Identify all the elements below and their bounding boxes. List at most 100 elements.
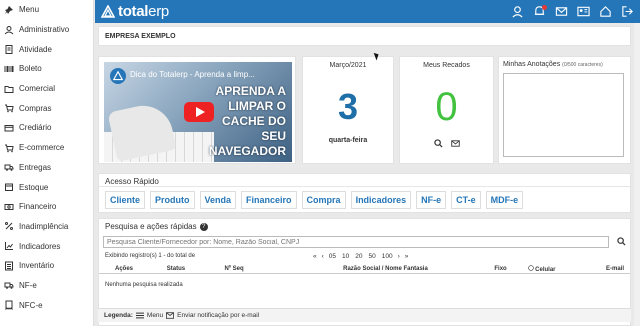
last-page-button[interactable]: » — [405, 253, 409, 260]
logout-icon — [622, 5, 633, 17]
profile-card-button[interactable] — [575, 2, 592, 20]
barcode-icon — [4, 64, 14, 74]
page-size-option[interactable]: 20 — [355, 253, 362, 260]
list-icon — [4, 261, 14, 271]
cart-icon — [4, 103, 14, 113]
sidebar-item-nf-e[interactable]: NF-e — [0, 276, 93, 296]
notification-badge — [542, 5, 547, 10]
home-icon — [600, 5, 611, 17]
envelope-icon — [450, 140, 460, 147]
folder-icon — [4, 84, 14, 94]
main-content: EMPRESA EXEMPLO Dica do Totalerp - Apren… — [98, 26, 631, 326]
support-button[interactable] — [509, 2, 526, 20]
legend-menu: Menu — [146, 312, 164, 319]
logout-button[interactable] — [619, 2, 636, 20]
sidebar-item-label: NF-e — [19, 280, 37, 290]
play-button[interactable] — [184, 102, 214, 122]
notifications-button[interactable] — [531, 2, 548, 20]
search-messages-button[interactable] — [433, 139, 443, 150]
page-size-option[interactable]: 100 — [382, 253, 393, 260]
messages-title: Meus Recados — [423, 62, 470, 69]
overlay-line: NAVEGADOR — [208, 144, 286, 158]
quick-button-financeiro[interactable]: Financeiro — [241, 191, 297, 209]
sidebar-item-label: Administrativo — [19, 25, 70, 35]
overlay-line: APRENDA A — [215, 84, 286, 98]
quick-button-produto[interactable]: Produto — [150, 191, 195, 209]
sidebar-item-label: Atividade — [19, 44, 52, 54]
new-message-button[interactable] — [450, 139, 460, 150]
sidebar-item-boleto[interactable]: Boleto — [0, 59, 93, 79]
quick-button-compra[interactable]: Compra — [301, 191, 346, 209]
video-title[interactable]: Dica do Totalerp - Aprenda a limp... — [130, 70, 255, 79]
sidebar-item-label: Entregas — [19, 162, 52, 172]
page-size-option[interactable]: 05 — [329, 253, 336, 260]
users-gear-icon — [4, 25, 14, 35]
col-header: Fixo — [494, 265, 507, 272]
page-size-option[interactable]: 10 — [342, 253, 349, 260]
sidebar-item-e-commerce[interactable]: E-commerce — [0, 138, 93, 158]
notes-card: Minhas Anotações (0/500 caracteres) — [498, 56, 631, 164]
sidebar-item-label: Indicadores — [19, 241, 61, 251]
calendar-day: 3 — [337, 86, 359, 127]
app-logo[interactable]: totalerp — [101, 3, 169, 20]
sidebar-item-label: Menu — [19, 5, 40, 15]
search-input[interactable] — [103, 236, 609, 248]
credit-card-icon — [4, 123, 14, 133]
page-size-option[interactable]: 50 — [369, 253, 376, 260]
quick-button-nf-e[interactable]: NF-e — [416, 191, 447, 209]
envelope-icon — [555, 6, 568, 16]
quick-button-venda[interactable]: Venda — [199, 191, 237, 209]
truck-doc-icon — [4, 280, 14, 290]
messages-count: 0 — [435, 85, 458, 129]
search-button[interactable] — [617, 236, 626, 248]
sidebar-item-estoque[interactable]: Estoque — [0, 177, 93, 197]
sidebar-item-atividade[interactable]: Atividade — [0, 39, 93, 59]
legend-label: Legenda: — [104, 312, 133, 319]
overlay-line: SEU — [261, 129, 286, 143]
sidebar-item-label: Estoque — [19, 182, 49, 192]
sidebar-item-indicadores[interactable]: Indicadores — [0, 236, 93, 256]
sidebar-item-label: E-commerce — [19, 143, 65, 153]
first-page-button[interactable]: « — [313, 253, 317, 260]
notes-hint: (0/500 caracteres) — [562, 62, 603, 68]
page-scrollbar[interactable] — [634, 23, 640, 326]
sidebar-item-comercial[interactable]: Comercial — [0, 79, 93, 99]
sidebar-item-administrativo[interactable]: Administrativo — [0, 20, 93, 40]
sidebar-item-entregas[interactable]: Entregas — [0, 158, 93, 178]
overlay-line: CACHE DO — [221, 114, 286, 128]
menu-icon — [135, 312, 144, 319]
quick-button-indicadores[interactable]: Indicadores — [350, 191, 412, 209]
sidebar: Menu Administrativo Atividade Boleto Comerci… — [0, 0, 94, 326]
mail-button[interactable] — [553, 2, 570, 20]
sidebar-item-compras[interactable]: Compras — [0, 98, 93, 118]
quick-button-mdf-e[interactable]: MDF-e — [485, 191, 524, 209]
logo-text-light: erp — [148, 3, 169, 20]
sidebar-item-financeiro[interactable]: Financeiro — [0, 197, 93, 217]
notes-textarea[interactable] — [503, 73, 624, 157]
sidebar-item-inadimpl-ncia[interactable]: Inadimplência — [0, 217, 93, 237]
col-header: Nº Seq — [224, 265, 244, 272]
messages-card: Meus Recados 0 — [399, 56, 494, 164]
home-button[interactable] — [597, 2, 614, 20]
headset-icon — [512, 5, 523, 17]
money-icon — [4, 202, 14, 212]
clipboard-icon — [4, 44, 14, 55]
channel-logo-icon — [110, 68, 126, 84]
calendar-month: Março/2021 — [329, 62, 367, 69]
legend-bar: Legenda: Menu Enviar notificação por e-m… — [98, 308, 631, 322]
quick-button-cliente[interactable]: Cliente — [105, 191, 146, 209]
sidebar-item-invent-rio[interactable]: Inventário — [0, 256, 93, 276]
sidebar-item-credi-rio[interactable]: Crediário — [0, 118, 93, 138]
col-header: Celular — [535, 266, 556, 273]
sidebar-item-nfc-e[interactable]: NFC-e — [0, 295, 93, 315]
prev-page-button[interactable]: ‹ — [322, 253, 324, 260]
sidebar-item-menu[interactable]: Menu — [0, 0, 93, 20]
video-player[interactable]: Dica do Totalerp - Aprenda a limp... APR… — [104, 62, 292, 162]
logo-icon — [101, 4, 115, 18]
results-table-header: Ações Status Nº Seq Razão Social / Nome … — [99, 264, 630, 274]
quick-button-ct-e[interactable]: CT-e — [451, 191, 481, 209]
sidebar-item-label: Crediário — [19, 123, 52, 133]
next-page-button[interactable]: › — [398, 253, 400, 260]
sidebar-item-label: Compras — [19, 103, 52, 113]
help-icon[interactable]: ? — [199, 222, 208, 231]
